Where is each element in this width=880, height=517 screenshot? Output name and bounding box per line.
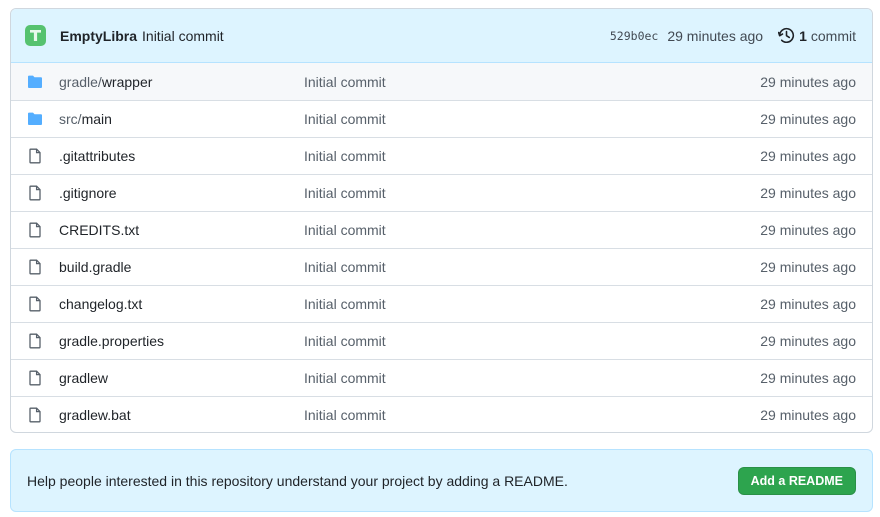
file-row[interactable]: changelog.txt Initial commit 29 minutes ag… (11, 285, 872, 322)
file-name: build.gradle (59, 259, 132, 275)
file-icon (27, 407, 43, 423)
add-readme-button[interactable]: Add a README (737, 466, 856, 495)
file-commit-age: 29 minutes ago (760, 73, 856, 90)
file-commit-message[interactable]: Initial commit (304, 148, 760, 164)
folder-icon (27, 74, 43, 90)
file-row[interactable]: gradle.properties Initial commit 29 minute… (11, 322, 872, 359)
file-icon (27, 185, 43, 201)
file-commit-age: 29 minutes ago (760, 148, 856, 164)
file-row[interactable]: .gitignore Initial commit 29 minutes ago (11, 174, 872, 211)
file-commit-message[interactable]: Initial commit (304, 333, 760, 349)
file-commit-age: 29 minutes ago (760, 259, 856, 275)
file-icon (27, 370, 43, 386)
file-name-link[interactable]: .gitattributes (59, 148, 304, 164)
commit-age: 29 minutes ago (667, 27, 764, 44)
file-name: gradlew (59, 370, 109, 386)
file-name-link[interactable]: build.gradle (59, 259, 304, 275)
file-commit-age: 29 minutes ago (760, 111, 856, 127)
file-name: wrapper (101, 73, 153, 90)
file-row[interactable]: gradle/wrapper Initial commit 29 minutes a… (11, 63, 872, 100)
file-row[interactable]: gradlew Initial commit 29 minutes ago (11, 359, 872, 396)
file-name-link[interactable]: gradle.properties (59, 333, 304, 349)
file-commit-message[interactable]: Initial commit (304, 407, 760, 423)
file-name-link[interactable]: changelog.txt (59, 296, 304, 312)
file-name: CREDITS.txt (59, 222, 140, 238)
file-name: changelog.txt (59, 296, 143, 312)
latest-commit-bar: EmptyLibra Initial commit 529b0ec 29 min… (11, 9, 872, 63)
commit-author[interactable]: EmptyLibra (60, 28, 137, 44)
file-icon (27, 333, 43, 349)
readme-banner: Help people interested in this repositor… (10, 449, 873, 512)
file-icon (27, 296, 43, 312)
file-name: gradle.properties (59, 333, 165, 349)
file-name-link[interactable]: CREDITS.txt (59, 222, 304, 238)
file-commit-age: 29 minutes ago (760, 185, 856, 201)
commit-count: 1 (799, 27, 807, 44)
commit-history-link[interactable]: 1 commit (778, 27, 856, 44)
commit-label: commit (810, 27, 856, 44)
author-avatar[interactable] (25, 25, 46, 46)
file-icon (27, 222, 43, 238)
avatar-glyph-icon (30, 30, 41, 41)
file-name-link[interactable]: src/main (59, 111, 304, 127)
file-commit-age: 29 minutes ago (760, 370, 856, 386)
file-commit-message[interactable]: Initial commit (304, 296, 760, 312)
file-commit-age: 29 minutes ago (760, 222, 856, 238)
file-commit-message[interactable]: Initial commit (304, 222, 760, 238)
history-icon (778, 27, 795, 43)
file-commit-age: 29 minutes ago (760, 296, 856, 312)
commit-message[interactable]: Initial commit (142, 28, 224, 44)
commit-sha[interactable]: 529b0ec (610, 29, 658, 43)
file-path-prefix: gradle/ (59, 73, 102, 90)
file-name: .gitattributes (59, 148, 136, 164)
file-commit-age: 29 minutes ago (760, 333, 856, 349)
file-name: gradlew.bat (59, 407, 131, 423)
file-name-link[interactable]: gradlew.bat (59, 407, 304, 423)
file-name: main (81, 111, 112, 127)
file-row[interactable]: src/main Initial commit 29 minutes ago (11, 100, 872, 137)
file-name-link[interactable]: gradlew (59, 370, 304, 386)
file-path-prefix: src/ (59, 111, 82, 127)
file-commit-message[interactable]: Initial commit (304, 370, 760, 386)
file-name-link[interactable]: gradle/wrapper (59, 74, 304, 90)
file-row[interactable]: build.gradle Initial commit 29 minutes ago (11, 248, 872, 285)
file-browser: EmptyLibra Initial commit 529b0ec 29 min… (10, 8, 873, 433)
file-commit-message[interactable]: Initial commit (304, 111, 760, 127)
file-list: gradle/wrapper Initial commit 29 minutes a… (11, 63, 872, 432)
folder-icon (27, 111, 43, 127)
file-row[interactable]: .gitattributes Initial commit 29 minutes a… (11, 137, 872, 174)
file-icon (27, 148, 43, 164)
file-name: .gitignore (59, 185, 117, 201)
file-icon (27, 259, 43, 275)
file-commit-age: 29 minutes ago (760, 407, 856, 423)
file-name-link[interactable]: .gitignore (59, 185, 304, 201)
readme-prompt-text: Help people interested in this repositor… (27, 472, 568, 489)
file-row[interactable]: gradlew.bat Initial commit 29 minutes ago (11, 396, 872, 432)
file-commit-message[interactable]: Initial commit (304, 185, 760, 201)
file-row[interactable]: CREDITS.txt Initial commit 29 minutes ago (11, 211, 872, 248)
file-commit-message[interactable]: Initial commit (304, 74, 760, 90)
file-commit-message[interactable]: Initial commit (304, 259, 760, 275)
